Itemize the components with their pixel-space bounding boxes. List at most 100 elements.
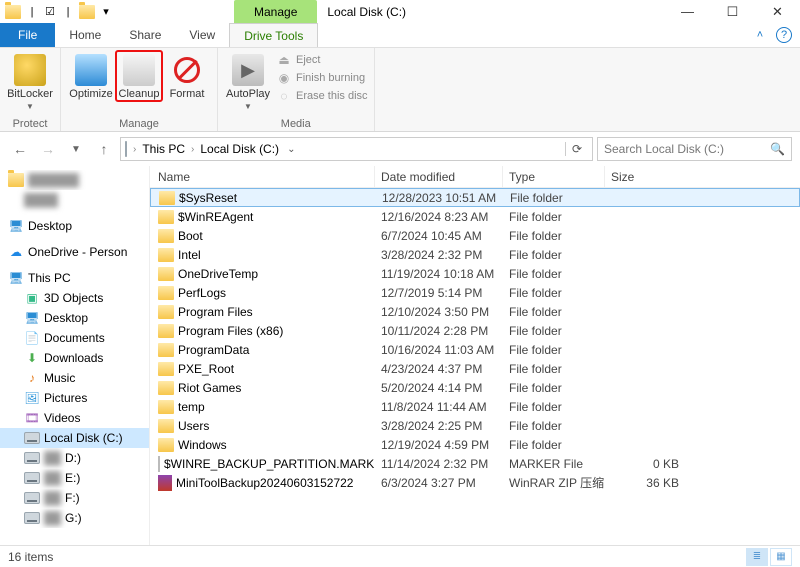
maximize-button[interactable]: ☐ [710, 0, 755, 23]
table-row[interactable]: $WinREAgent12/16/2024 8:23 AMFile folder [150, 207, 800, 226]
tree-thispc[interactable]: 🖥This PC [0, 268, 149, 288]
table-row[interactable]: Program Files12/10/2024 3:50 PMFile fold… [150, 302, 800, 321]
tree-videos[interactable]: 🎞Videos [0, 408, 149, 428]
table-row[interactable]: $WINRE_BACKUP_PARTITION.MARKER11/14/2024… [150, 454, 800, 473]
file-type: File folder [503, 248, 605, 262]
tree-desktop2[interactable]: 🖥Desktop [0, 308, 149, 328]
table-row[interactable]: Users3/28/2024 2:25 PMFile folder [150, 416, 800, 435]
finish-burning-button[interactable]: ◉Finish burning [276, 70, 368, 86]
table-row[interactable]: temp11/8/2024 11:44 AMFile folder [150, 397, 800, 416]
drive-icon [125, 142, 127, 156]
cleanup-icon [123, 54, 155, 86]
qat-separator: | [60, 4, 76, 20]
folder-icon [158, 324, 174, 338]
address-dropdown-icon[interactable]: ⌄ [287, 144, 295, 155]
navigation-tree[interactable]: ██████ ████ 🖥Desktop ☁OneDrive - Person … [0, 166, 150, 546]
back-button[interactable]: ← [8, 137, 32, 161]
table-row[interactable]: Windows12/19/2024 4:59 PMFile folder [150, 435, 800, 454]
tree-music[interactable]: ♪Music [0, 368, 149, 388]
icons-view-button[interactable]: ▦ [770, 548, 792, 566]
table-row[interactable]: $SysReset12/28/2023 10:51 AMFile folder [150, 188, 800, 207]
tree-onedrive[interactable]: ☁OneDrive - Person [0, 242, 149, 262]
finish-label: Finish burning [296, 72, 365, 84]
table-row[interactable]: Riot Games5/20/2024 4:14 PMFile folder [150, 378, 800, 397]
minimize-button[interactable]: — [665, 0, 710, 23]
tree-documents[interactable]: 📄Documents [0, 328, 149, 348]
tree-d[interactable]: ██D:) [0, 448, 149, 468]
col-type[interactable]: Type [503, 166, 605, 187]
file-date: 6/7/2024 10:45 AM [375, 229, 503, 243]
erase-disc-button[interactable]: ◌Erase this disc [276, 88, 368, 104]
address-bar[interactable]: › This PC › Local Disk (C:) ⌄ ⟳ [120, 137, 593, 161]
tree-desktop[interactable]: 🖥Desktop [0, 216, 149, 236]
details-view-button[interactable]: ≣ [746, 548, 768, 566]
file-name: Windows [178, 438, 227, 452]
tree-g[interactable]: ██G:) [0, 508, 149, 528]
close-button[interactable]: ✕ [755, 0, 800, 23]
folder-icon [158, 229, 174, 243]
format-button[interactable]: Format [163, 50, 211, 100]
table-row[interactable]: Boot6/7/2024 10:45 AMFile folder [150, 226, 800, 245]
file-date: 11/8/2024 11:44 AM [375, 400, 503, 414]
qat-properties-icon[interactable]: ☑ [42, 4, 58, 20]
col-date[interactable]: Date modified [375, 166, 503, 187]
file-type: File folder [503, 286, 605, 300]
tab-home[interactable]: Home [55, 23, 115, 47]
tree-downloads[interactable]: ⬇Downloads [0, 348, 149, 368]
folder-icon [158, 267, 174, 281]
file-type: WinRAR ZIP 压缩… [503, 474, 605, 491]
table-row[interactable]: MiniToolBackup202406031527226/3/2024 3:2… [150, 473, 800, 492]
table-row[interactable]: OneDriveTemp11/19/2024 10:18 AMFile fold… [150, 264, 800, 283]
file-name: MiniToolBackup20240603152722 [176, 476, 353, 490]
table-row[interactable]: PerfLogs12/7/2019 5:14 PMFile folder [150, 283, 800, 302]
qat-newfolder-icon[interactable] [78, 4, 96, 20]
chevron-right-icon[interactable]: › [189, 144, 196, 155]
file-date: 10/11/2024 2:28 PM [375, 324, 503, 338]
optimize-icon [75, 54, 107, 86]
tree-cdrive[interactable]: Local Disk (C:) [0, 428, 149, 448]
tree-item[interactable]: ████ [0, 190, 149, 210]
tree-pictures[interactable]: 🖼Pictures [0, 388, 149, 408]
col-size[interactable]: Size [605, 166, 685, 187]
tree-e[interactable]: ██E:) [0, 468, 149, 488]
forward-button[interactable]: → [36, 137, 60, 161]
up-button[interactable]: ↑ [92, 137, 116, 161]
help-icon[interactable]: ? [776, 27, 792, 43]
tab-view[interactable]: View [175, 23, 229, 47]
folder-icon [158, 210, 174, 224]
tree-quickaccess[interactable]: ██████ [0, 170, 149, 190]
breadcrumb-cdrive[interactable]: Local Disk (C:) [200, 142, 279, 156]
recent-locations-icon[interactable]: ▼ [64, 137, 88, 161]
table-row[interactable]: PXE_Root4/23/2024 4:37 PMFile folder [150, 359, 800, 378]
tree-f[interactable]: ██F:) [0, 488, 149, 508]
search-input[interactable]: Search Local Disk (C:) 🔍 [597, 137, 792, 161]
folder-icon [158, 286, 174, 300]
qat-overflow-icon[interactable]: ▾ [98, 4, 114, 20]
chevron-right-icon[interactable]: › [131, 144, 138, 155]
tab-share[interactable]: Share [115, 23, 175, 47]
col-name[interactable]: Name [150, 166, 375, 187]
column-headers[interactable]: Name Date modified Type Size [150, 166, 800, 188]
desktop-icon: 🖥 [24, 310, 40, 326]
tree-3dobjects[interactable]: ▣3D Objects [0, 288, 149, 308]
eject-button[interactable]: ⏏Eject [276, 52, 368, 68]
breadcrumb-thispc[interactable]: This PC [142, 142, 185, 156]
ribbon-collapse-icon[interactable]: ˄ [748, 23, 772, 47]
group-label-media: Media [224, 118, 368, 131]
folder-icon [158, 343, 174, 357]
file-size: 36 KB [605, 476, 679, 490]
file-list: Name Date modified Type Size $SysReset12… [150, 166, 800, 546]
table-row[interactable]: Intel3/28/2024 2:32 PMFile folder [150, 245, 800, 264]
file-name: Riot Games [178, 381, 241, 395]
autoplay-label: AutoPlay [226, 88, 270, 100]
optimize-button[interactable]: Optimize [67, 50, 115, 100]
tab-file[interactable]: File [0, 23, 55, 47]
cleanup-button[interactable]: Cleanup [115, 50, 163, 102]
autoplay-button[interactable]: ▶ AutoPlay ▼ [224, 50, 272, 111]
tab-drive-tools[interactable]: Drive Tools [229, 23, 318, 47]
table-row[interactable]: ProgramData10/16/2024 11:03 AMFile folde… [150, 340, 800, 359]
file-name: $WINRE_BACKUP_PARTITION.MARKER [164, 457, 375, 471]
refresh-button[interactable]: ⟳ [565, 142, 588, 156]
bitlocker-button[interactable]: BitLocker ▼ [6, 50, 54, 111]
table-row[interactable]: Program Files (x86)10/11/2024 2:28 PMFil… [150, 321, 800, 340]
